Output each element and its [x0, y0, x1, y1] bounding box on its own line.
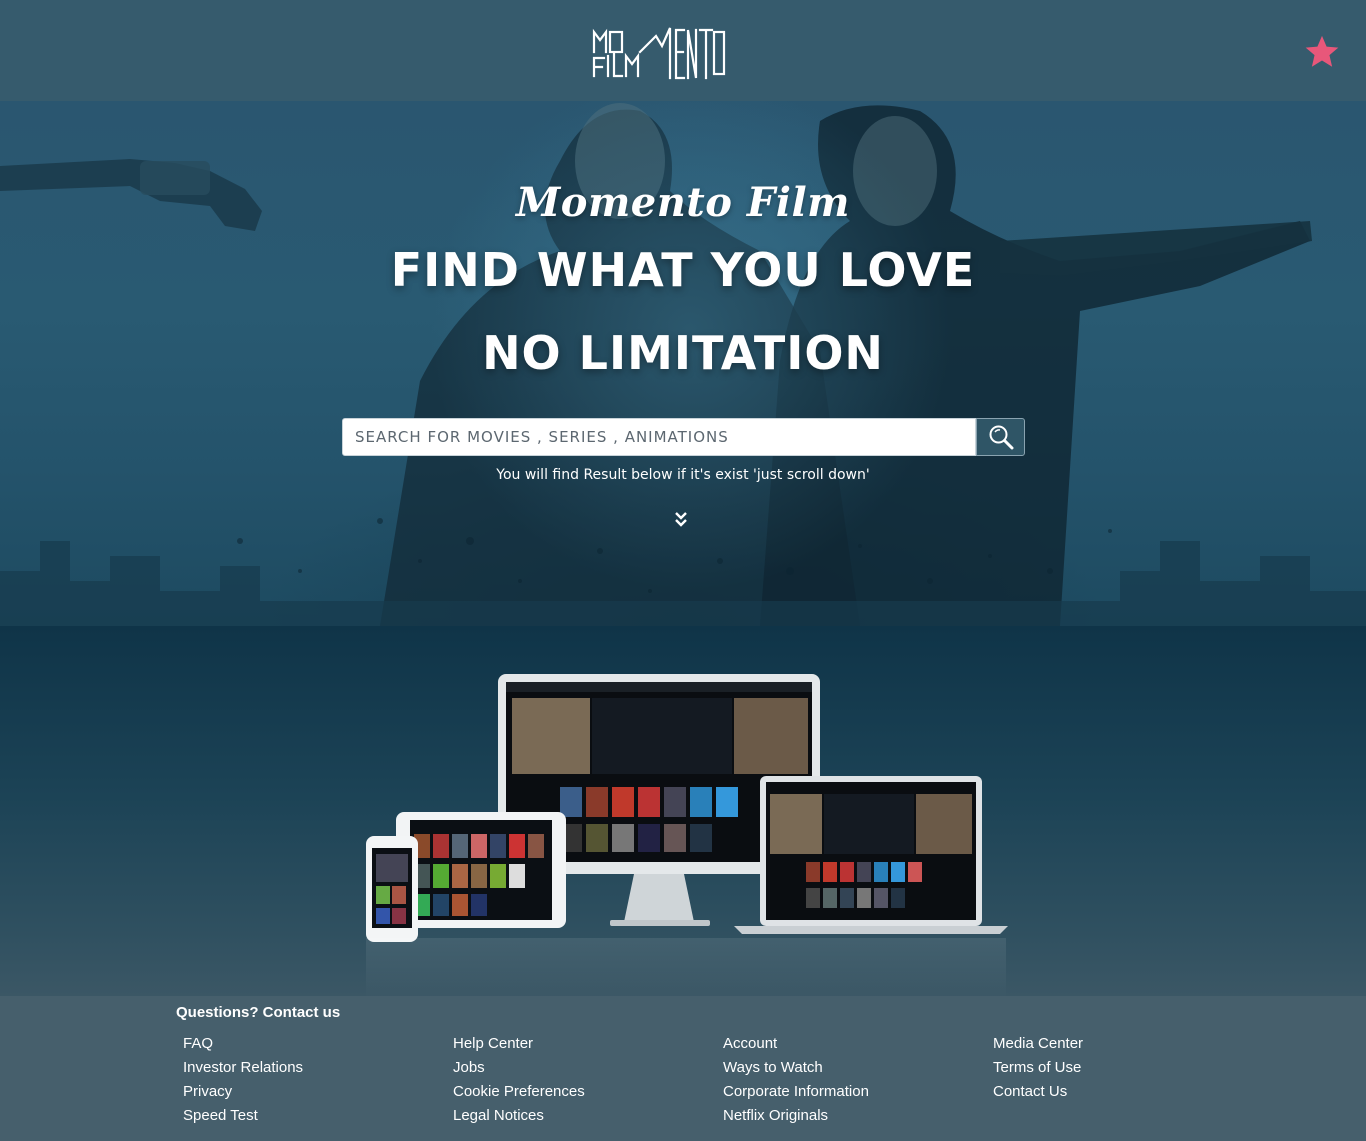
search-button[interactable] [976, 418, 1025, 456]
footer-link-netflix-originals[interactable]: Netflix Originals [723, 1104, 983, 1128]
headline-find: FIND WHAT YOU LOVE [390, 243, 976, 297]
footer-link-terms-of-use[interactable]: Terms of Use [993, 1056, 1253, 1080]
footer-column-3: Account Ways to Watch Corporate Informat… [723, 1032, 983, 1128]
double-chevron-down-icon[interactable] [673, 511, 689, 529]
footer-link-privacy[interactable]: Privacy [183, 1080, 443, 1104]
top-header [0, 0, 1366, 101]
devices-showcase [0, 626, 1366, 1006]
footer-link-speed-test[interactable]: Speed Test [183, 1104, 443, 1128]
footer-link-legal-notices[interactable]: Legal Notices [453, 1104, 713, 1128]
footer-link-cookie-preferences[interactable]: Cookie Preferences [453, 1080, 713, 1104]
footer-column-4: Media Center Terms of Use Contact Us [993, 1032, 1253, 1104]
footer-link-contact-us[interactable]: Contact Us [993, 1080, 1253, 1104]
footer-link-help-center[interactable]: Help Center [453, 1032, 713, 1056]
search-bar [342, 418, 1025, 456]
footer-column-1: FAQ Investor Relations Privacy Speed Tes… [183, 1032, 443, 1128]
footer-link-ways-to-watch[interactable]: Ways to Watch [723, 1056, 983, 1080]
footer-link-corporate-information[interactable]: Corporate Information [723, 1080, 983, 1104]
hero-banner: Momento Film FIND WHAT YOU LOVE NO LIMIT… [0, 101, 1366, 626]
footer-link-media-center[interactable]: Media Center [993, 1032, 1253, 1056]
footer-contact-title: Questions? Contact us [176, 1004, 341, 1021]
site-footer: Questions? Contact us FAQ Investor Relat… [0, 996, 1366, 1141]
footer-link-account[interactable]: Account [723, 1032, 983, 1056]
star-icon[interactable] [1303, 33, 1341, 71]
search-icon [989, 425, 1013, 450]
search-input[interactable] [342, 418, 976, 456]
devices-image [366, 674, 1008, 998]
scroll-hint: You will find Result below if it's exist… [496, 467, 870, 483]
footer-link-jobs[interactable]: Jobs [453, 1056, 713, 1080]
brand-title: Momento Film [515, 179, 850, 226]
footer-column-2: Help Center Jobs Cookie Preferences Lega… [453, 1032, 713, 1128]
headline-no-limitation: NO LIMITATION [482, 326, 884, 380]
footer-link-investor-relations[interactable]: Investor Relations [183, 1056, 443, 1080]
site-logo[interactable] [590, 22, 726, 82]
footer-link-faq[interactable]: FAQ [183, 1032, 443, 1056]
